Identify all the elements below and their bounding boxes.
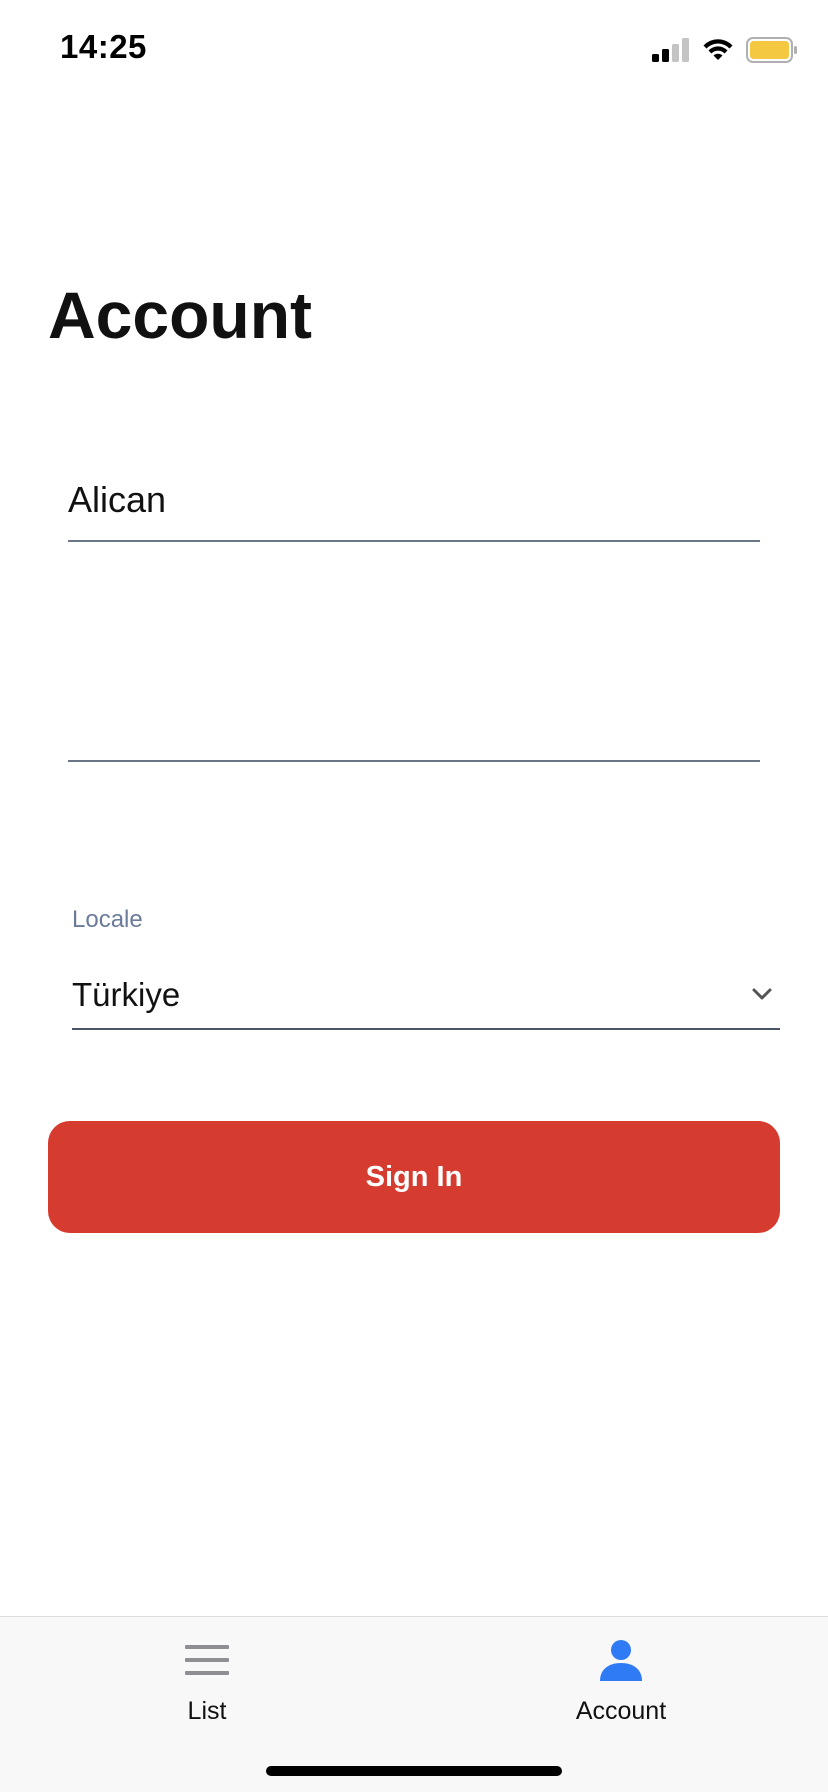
status-icons — [652, 33, 798, 67]
app-screen: 14:25 Account Locale T — [0, 0, 828, 1792]
battery-icon — [746, 37, 797, 63]
locale-value: Türkiye — [72, 976, 181, 1013]
home-indicator — [266, 1766, 562, 1776]
wifi-icon — [703, 39, 733, 60]
status-bar: 14:25 — [0, 0, 828, 100]
tab-list[interactable]: List — [0, 1617, 414, 1737]
list-icon — [185, 1645, 229, 1675]
page-title: Account — [48, 278, 312, 352]
tab-account[interactable]: Account — [414, 1617, 828, 1737]
second-input[interactable] — [68, 700, 760, 762]
chevron-down-icon — [752, 988, 772, 1000]
sign-in-button[interactable]: Sign In — [48, 1121, 780, 1233]
locale-label: Locale — [72, 906, 143, 933]
name-input[interactable] — [68, 476, 760, 542]
locale-select[interactable]: Türkiye — [72, 964, 780, 1030]
status-time: 14:25 — [60, 28, 147, 65]
person-icon — [600, 1640, 642, 1681]
tab-label-list: List — [187, 1697, 227, 1725]
tab-label-account: Account — [575, 1697, 667, 1725]
cellular-signal-icon — [652, 38, 689, 62]
